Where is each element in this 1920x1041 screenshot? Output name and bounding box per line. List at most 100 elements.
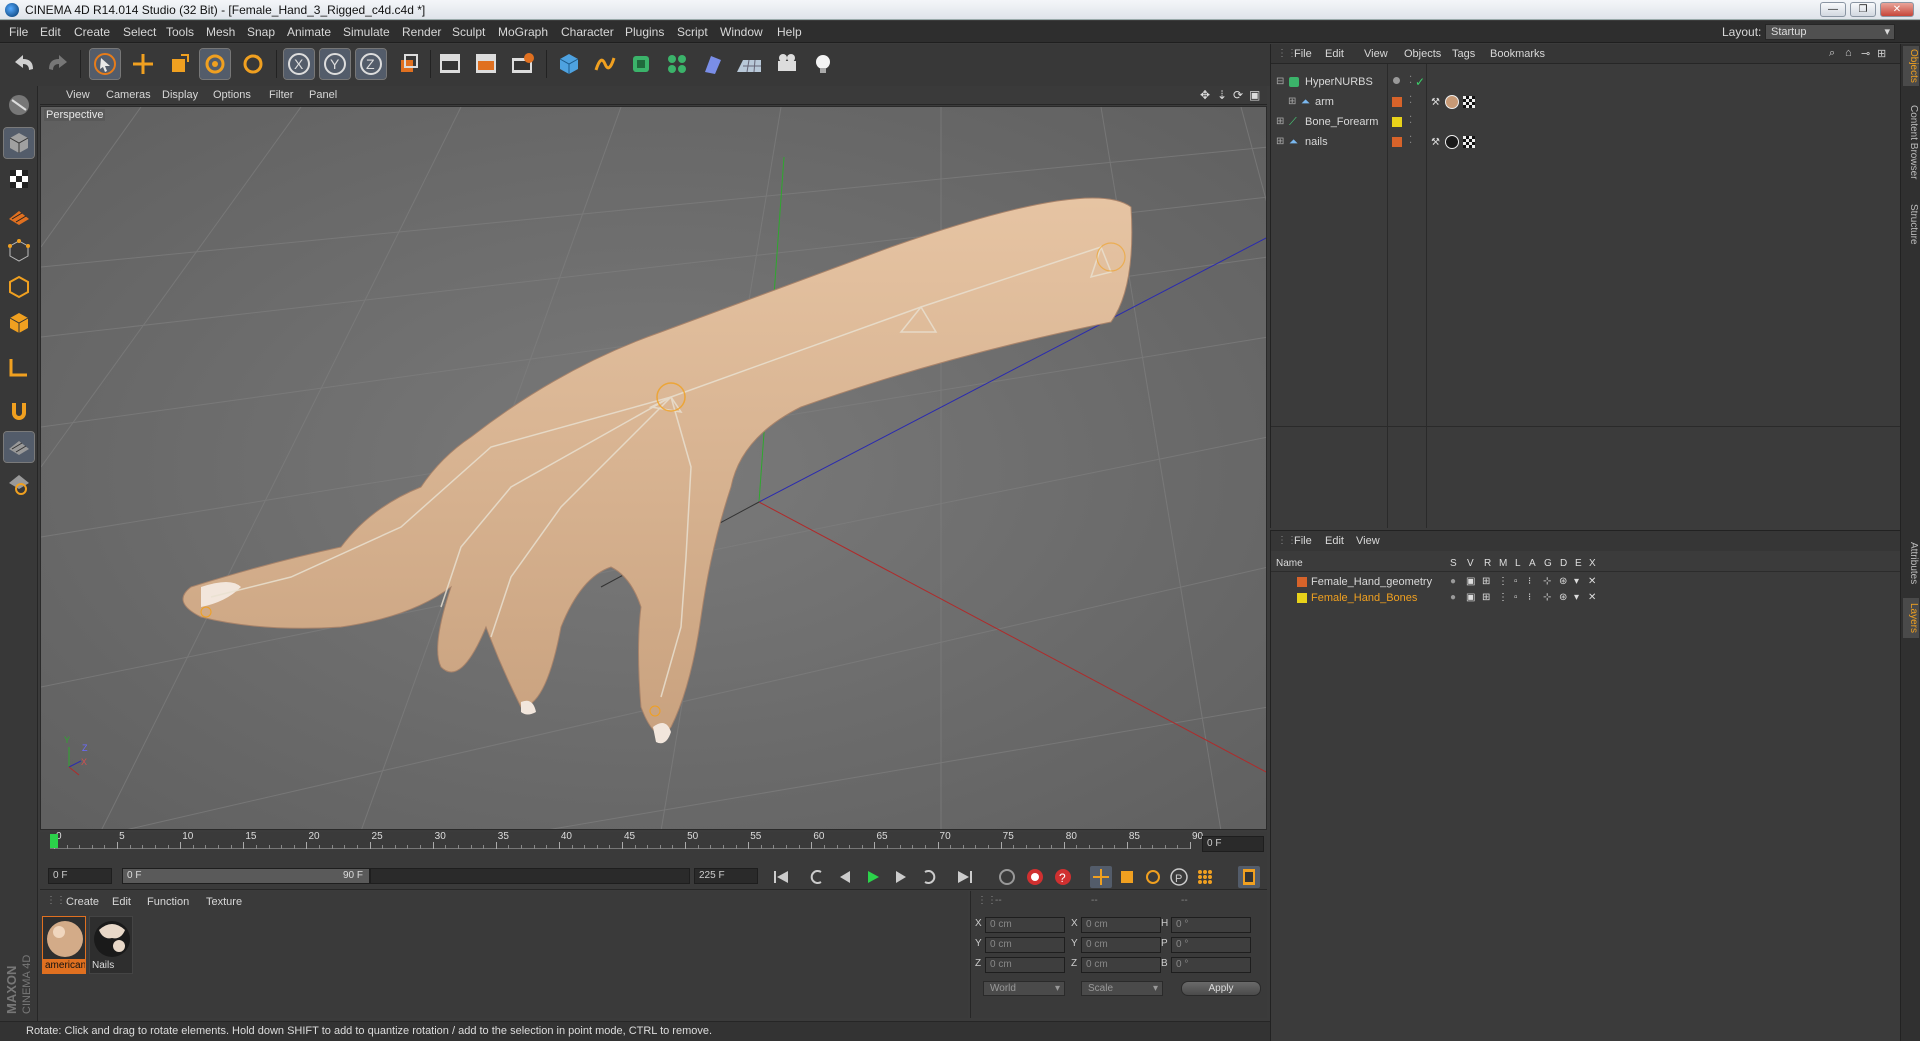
render-icon[interactable]: ⊞: [1482, 574, 1490, 590]
menu-snap[interactable]: Snap: [247, 25, 275, 39]
object-row-nails[interactable]: ⊞ ⏶ nails ⁚ ⚒: [1271, 132, 1901, 152]
viewport-menu-filter[interactable]: Filter: [269, 89, 293, 101]
scale-icon[interactable]: [164, 49, 194, 79]
menu-create[interactable]: Create: [74, 25, 110, 39]
playhead[interactable]: [50, 834, 58, 848]
position-key-icon[interactable]: [1090, 866, 1112, 888]
goto-start-icon[interactable]: [770, 866, 792, 888]
range-slider[interactable]: 0 F 90 F: [122, 868, 370, 884]
viewport-menu-cameras[interactable]: Cameras: [106, 89, 151, 101]
coord-value-field[interactable]: 0 °: [1171, 957, 1251, 973]
material-menu-create[interactable]: Create: [66, 896, 99, 908]
material-menu-edit[interactable]: Edit: [112, 896, 131, 908]
spline-pen-icon[interactable]: [590, 49, 620, 79]
layer-col-deformers[interactable]: D: [1560, 556, 1567, 572]
visibility-dots-icon[interactable]: ⁚: [1409, 131, 1412, 151]
collapse-icon[interactable]: ⊟: [1276, 72, 1284, 92]
record-keys-icon[interactable]: [996, 866, 1018, 888]
pla-key-icon[interactable]: [1194, 866, 1216, 888]
render-picture-viewer-icon[interactable]: [472, 49, 502, 79]
y-axis-lock-icon[interactable]: Y: [319, 48, 351, 80]
timeline-window-icon[interactable]: [1238, 866, 1260, 888]
camera-label[interactable]: Perspective: [44, 109, 106, 121]
parameter-key-icon[interactable]: P: [1168, 866, 1190, 888]
redo-icon[interactable]: [42, 49, 72, 79]
coord-value-field[interactable]: 0 °: [1171, 937, 1251, 953]
layer-col-render[interactable]: R: [1484, 556, 1491, 572]
minimize-button[interactable]: —: [1820, 2, 1846, 17]
3d-viewport[interactable]: Perspective Y Z X: [40, 106, 1267, 830]
menu-help[interactable]: Help: [777, 25, 802, 39]
menu-tools[interactable]: Tools: [166, 25, 194, 39]
viewport-menu-panel[interactable]: Panel: [309, 89, 337, 101]
deformers-icon[interactable]: ⊛: [1559, 574, 1567, 590]
menu-select[interactable]: Select: [123, 25, 156, 39]
material-menu-texture[interactable]: Texture: [206, 896, 242, 908]
workplane-mode-icon[interactable]: [4, 200, 34, 230]
nurbs-icon[interactable]: [626, 49, 656, 79]
menu-window[interactable]: Window: [720, 25, 763, 39]
laymenu-edit[interactable]: Edit: [1325, 535, 1344, 547]
enabled-check-icon[interactable]: ✓: [1415, 72, 1425, 92]
menu-edit[interactable]: Edit: [40, 25, 61, 39]
coord-value-field[interactable]: 0 cm: [1081, 937, 1161, 953]
tab-layers[interactable]: Layers: [1903, 598, 1919, 638]
objmenu-objects[interactable]: Objects: [1404, 48, 1441, 60]
view-icon[interactable]: ▣: [1466, 590, 1475, 606]
points-mode-icon[interactable]: [4, 236, 34, 266]
menu-mograph[interactable]: MoGraph: [498, 25, 548, 39]
coord-value-field[interactable]: 0 °: [1171, 917, 1251, 933]
tab-attributes[interactable]: Attributes: [1903, 532, 1919, 594]
floor-icon[interactable]: [734, 49, 764, 79]
layer-col-solo[interactable]: S: [1450, 556, 1457, 572]
cube-icon[interactable]: [554, 49, 584, 79]
layer-col-expressions[interactable]: E: [1575, 556, 1582, 572]
keyframe-selection-icon[interactable]: ?: [1052, 866, 1074, 888]
object-row-arm[interactable]: ⊞ ⏶ arm ⁚ ⚒: [1271, 92, 1901, 112]
layer-col-generators[interactable]: G: [1544, 556, 1552, 572]
menu-simulate[interactable]: Simulate: [343, 25, 390, 39]
viewport-zoom-icon[interactable]: ⇣: [1217, 88, 1227, 102]
manager-icon[interactable]: ⋮: [1498, 574, 1508, 590]
visibility-dots-icon[interactable]: ⁚: [1409, 91, 1412, 111]
planar-workplane-icon[interactable]: [4, 468, 34, 498]
deformer-icon[interactable]: [698, 49, 728, 79]
range-track[interactable]: [370, 868, 690, 884]
new-panel-icon[interactable]: ⊞: [1877, 47, 1886, 60]
viewport-menu-options[interactable]: Options: [213, 89, 251, 101]
tab-objects[interactable]: Objects: [1903, 46, 1919, 86]
weight-tag-icon[interactable]: ⚒: [1431, 133, 1440, 153]
layer-row[interactable]: Female_Hand_Bones ● ▣ ⊞ ⋮ ▫ ⁝ ⊹ ⊛ ▾ ✕: [1271, 590, 1901, 606]
snap-magnet-icon[interactable]: [4, 396, 34, 426]
object-row-bone-forearm[interactable]: ⊞ ⟋ Bone_Forearm ⁚: [1271, 112, 1901, 132]
coord-value-field[interactable]: 0 cm: [985, 937, 1065, 953]
layer-color-swatch[interactable]: [1297, 577, 1307, 587]
texture-mode-icon[interactable]: [4, 164, 34, 194]
uvw-tag-icon[interactable]: [1463, 96, 1475, 108]
tab-structure[interactable]: Structure: [1903, 196, 1919, 252]
solo-dot-icon[interactable]: ●: [1450, 574, 1456, 590]
maximize-button[interactable]: ❐: [1850, 2, 1876, 17]
lock-workplane-icon[interactable]: [3, 431, 35, 463]
layer-col-manager[interactable]: M: [1499, 556, 1507, 572]
select-arrow-icon[interactable]: [89, 48, 121, 80]
layer-color-swatch[interactable]: [1392, 97, 1402, 107]
home-icon[interactable]: ⌂: [1845, 47, 1852, 59]
edges-mode-icon[interactable]: [4, 272, 34, 302]
expand-icon[interactable]: ⊞: [1276, 132, 1284, 152]
render-view-icon[interactable]: [436, 49, 466, 79]
coord-value-field[interactable]: 0 cm: [985, 957, 1065, 973]
scale-key-icon[interactable]: [1116, 866, 1138, 888]
polygons-mode-icon[interactable]: [4, 308, 34, 338]
layer-color-swatch[interactable]: [1392, 137, 1402, 147]
apply-button[interactable]: Apply: [1181, 981, 1261, 996]
xref-icon[interactable]: ✕: [1588, 574, 1596, 590]
prev-frame-icon[interactable]: [834, 866, 856, 888]
skin-material-tag-icon[interactable]: [1445, 95, 1459, 109]
deformers-icon[interactable]: ⊛: [1559, 590, 1567, 606]
search-icon[interactable]: ⌕: [1829, 47, 1835, 60]
menu-plugins[interactable]: Plugins: [625, 25, 664, 39]
objmenu-tags[interactable]: Tags: [1452, 48, 1475, 60]
object-row-hypernurbs[interactable]: ⊟ HyperNURBS ⁚ ✓: [1271, 72, 1901, 92]
tab-content-browser[interactable]: Content Browser: [1903, 92, 1919, 192]
